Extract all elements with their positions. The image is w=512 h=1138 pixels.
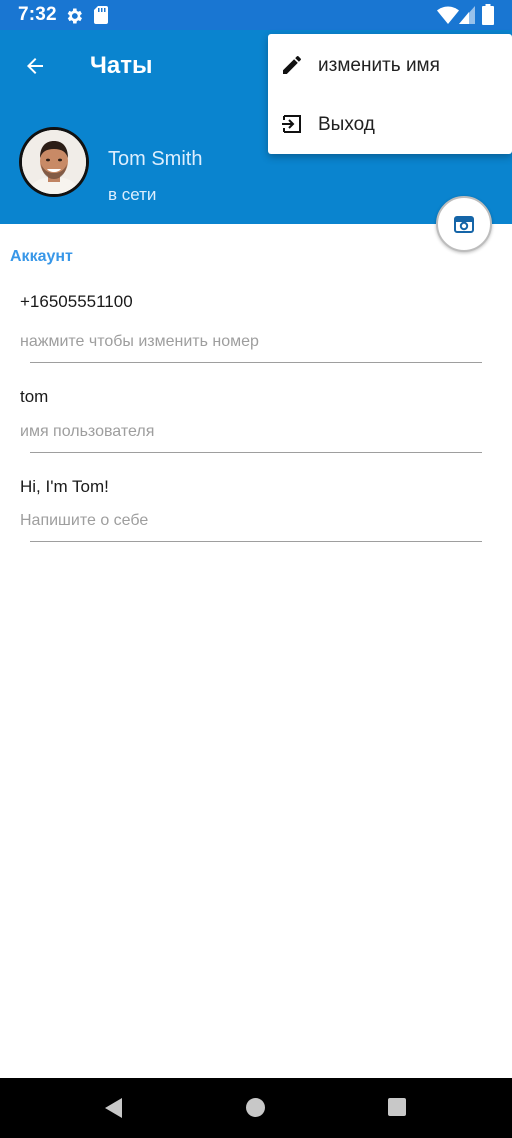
menu-item-logout[interactable]: Выход bbox=[268, 95, 512, 153]
account-section-title: Аккаунт bbox=[10, 248, 73, 265]
signal-icon bbox=[459, 6, 475, 24]
camera-icon bbox=[454, 216, 474, 233]
system-nav-bar bbox=[0, 1078, 512, 1138]
battery-icon bbox=[482, 4, 494, 25]
pencil-icon bbox=[283, 56, 301, 74]
avatar[interactable] bbox=[19, 127, 89, 197]
home-circle-icon[interactable] bbox=[246, 1098, 265, 1117]
logout-icon bbox=[282, 115, 301, 133]
bio-value[interactable]: Hi, I'm Tom! bbox=[20, 477, 109, 497]
phone-number-hint[interactable]: нажмите чтобы изменить номер bbox=[20, 333, 259, 351]
profile-name: Tom Smith bbox=[108, 148, 203, 170]
phone-number-value[interactable]: +16505551100 bbox=[20, 292, 133, 312]
menu-item-edit-name[interactable]: изменить имя bbox=[268, 36, 512, 94]
arrow-left-icon[interactable] bbox=[22, 54, 48, 78]
profile-status: в сети bbox=[108, 185, 157, 204]
page-title: Чаты bbox=[90, 52, 153, 79]
username-value[interactable]: tom bbox=[20, 387, 48, 407]
recents-square-icon[interactable] bbox=[388, 1098, 406, 1116]
avatar-photo bbox=[22, 130, 86, 194]
divider bbox=[30, 452, 482, 453]
status-time: 7:32 bbox=[18, 4, 57, 25]
divider bbox=[30, 362, 482, 363]
divider bbox=[30, 541, 482, 542]
username-hint[interactable]: имя пользователя bbox=[20, 423, 154, 441]
sd-card-icon bbox=[94, 6, 108, 24]
change-photo-button[interactable] bbox=[436, 196, 492, 252]
back-triangle-icon[interactable] bbox=[104, 1098, 124, 1118]
menu-item-label: Выход bbox=[318, 114, 375, 135]
gear-icon bbox=[67, 8, 82, 24]
bio-hint[interactable]: Напишите о себе bbox=[20, 512, 148, 530]
wifi-icon bbox=[437, 6, 459, 24]
menu-item-label: изменить имя bbox=[318, 55, 440, 76]
overflow-menu: изменить имя Выход bbox=[268, 34, 512, 154]
status-bar: 7:32 bbox=[0, 0, 512, 30]
